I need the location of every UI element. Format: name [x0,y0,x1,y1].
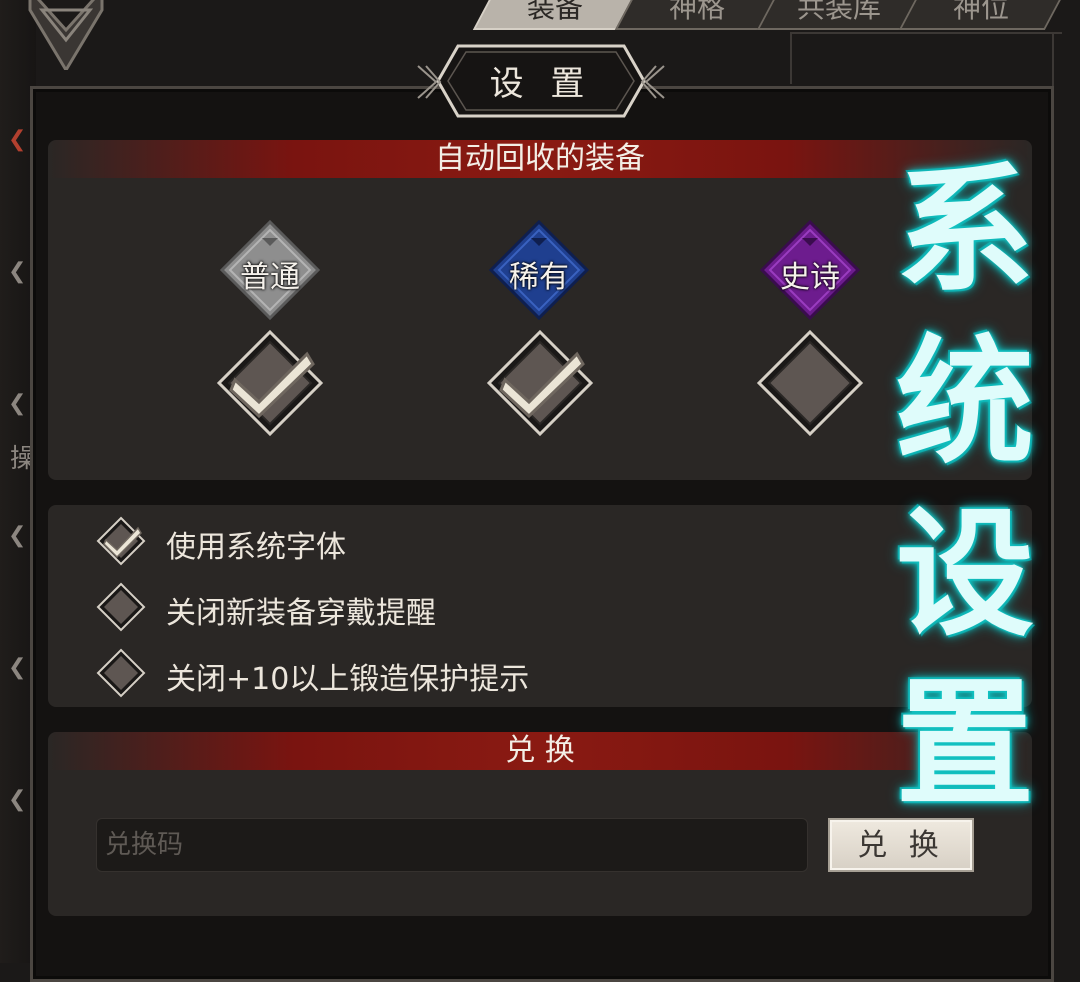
common-recycle-checkbox[interactable] [215,328,325,438]
chevron-left-icon[interactable]: ❮ [8,789,28,811]
tab-divinity-label: 神格 [668,0,725,24]
option-label: 关闭新装备穿戴提醒 [166,596,436,631]
top-tab-bar: 装备 神格 共装库 神位 [470,0,1068,32]
redeem-code-input[interactable] [96,818,808,872]
chevron-left-icon[interactable]: ❮ [8,657,28,679]
rarity-rare-label: 稀有 [509,260,569,295]
overlay-caption-char: 统 [895,322,1034,483]
chevron-left-icon[interactable]: ❮ [8,393,28,415]
overlay-caption-char: 系 [895,150,1034,311]
equip-reminder-checkbox[interactable] [96,582,146,632]
rarity-common-label: 普通 [240,260,300,295]
forge-protection-checkbox[interactable] [96,648,146,698]
chevron-left-icon[interactable]: ❮ [8,261,28,283]
dialog-title: 设 置 [489,64,593,104]
rare-recycle-checkbox[interactable] [485,328,595,438]
chevron-left-icon[interactable]: ❮ [8,525,28,547]
epic-recycle-checkbox[interactable] [755,328,865,438]
tab-god-rank-label: 神位 [952,0,1009,24]
background-frame [790,32,1062,84]
option-label: 关闭+10以上锻造保护提示 [166,662,530,697]
overlay-caption-char: 设 [895,494,1034,655]
tab-shared-storage-label: 共装库 [796,0,881,24]
overlay-caption-char: 置 [895,664,1034,825]
system-font-checkbox[interactable] [96,516,146,566]
emblem-icon [28,0,104,70]
tab-equipment-label: 装备 [526,0,583,24]
rarity-epic-label: 史诗 [780,260,840,295]
option-label: 使用系统字体 [166,530,346,565]
background-frame [1052,32,1054,92]
redeem-button[interactable]: 兑 换 [828,818,974,872]
chevron-left-icon[interactable]: ❮ [8,129,28,151]
